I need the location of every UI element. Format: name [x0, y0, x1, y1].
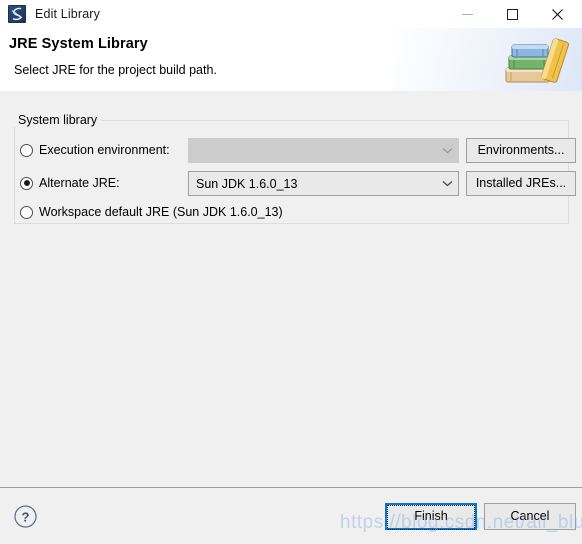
finish-button[interactable]: Finish [385, 503, 477, 530]
chevron-down-icon [436, 180, 458, 187]
title-bar: Edit Library [0, 0, 582, 28]
close-button[interactable] [535, 0, 580, 28]
finish-button-label: Finish [387, 505, 475, 530]
radio-execution-environment[interactable]: Execution environment: [0, 143, 170, 157]
svg-text:?: ? [22, 510, 30, 525]
radio-alternate-jre[interactable]: Alternate JRE: [0, 176, 120, 190]
radio-workspace-default-jre-indicator [20, 205, 33, 219]
close-icon [552, 8, 563, 20]
page-subtitle: Select JRE for the project build path. [14, 63, 217, 77]
radio-workspace-default-jre-label: Workspace default JRE (Sun JDK 1.6.0_13) [39, 205, 283, 219]
execution-environment-row: Execution environment: [0, 138, 170, 162]
dialog-header: JRE System Library Select JRE for the pr… [0, 28, 582, 91]
workspace-default-jre-row: Workspace default JRE (Sun JDK 1.6.0_13) [0, 200, 283, 224]
system-library-group-label: System library [14, 113, 102, 127]
alternate-jre-combo-value: Sun JDK 1.6.0_13 [196, 176, 298, 191]
window-title: Edit Library [35, 7, 101, 21]
cancel-button[interactable]: Cancel [484, 503, 576, 530]
maximize-button[interactable] [490, 0, 535, 28]
radio-alternate-jre-label: Alternate JRE: [39, 176, 120, 190]
eclipse-library-icon [8, 5, 26, 23]
books-stack-icon [505, 38, 569, 83]
installed-jres-button[interactable]: Installed JREs... [466, 171, 576, 196]
page-title: JRE System Library [9, 36, 148, 52]
help-question-icon: ? [14, 505, 37, 528]
chevron-down-icon [436, 147, 458, 154]
minimize-button[interactable] [445, 0, 490, 28]
radio-workspace-default-jre[interactable]: Workspace default JRE (Sun JDK 1.6.0_13) [0, 205, 283, 219]
radio-execution-environment-label: Execution environment: [39, 143, 170, 157]
dialog-footer: ? Finish Cancel [0, 488, 582, 544]
dialog-body: System library Execution environment: En… [0, 91, 582, 487]
environments-button[interactable]: Environments... [466, 138, 576, 163]
help-button[interactable]: ? [14, 505, 37, 528]
radio-execution-environment-indicator [20, 143, 33, 157]
radio-alternate-jre-indicator [20, 176, 33, 190]
maximize-icon [507, 8, 518, 20]
alternate-jre-combo[interactable]: Sun JDK 1.6.0_13 [188, 171, 459, 196]
minimize-icon [462, 13, 473, 15]
alternate-jre-row: Alternate JRE: [0, 171, 120, 195]
execution-environment-combo[interactable] [188, 138, 459, 163]
